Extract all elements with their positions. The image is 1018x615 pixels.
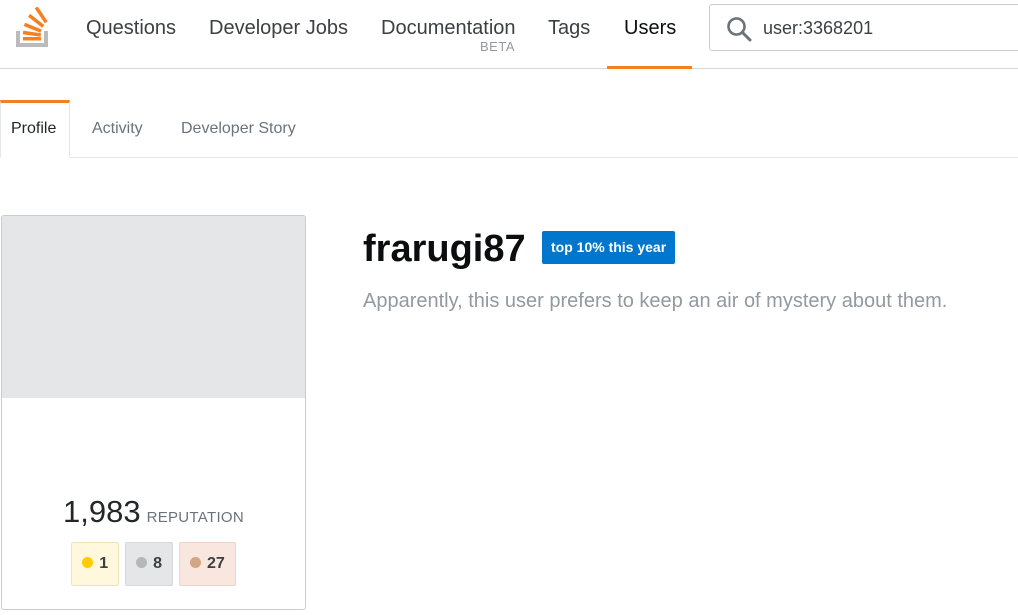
nav-questions-label: Questions <box>86 17 177 39</box>
nav-documentation-label: Documentation <box>381 17 516 39</box>
nav-developer-jobs-label: Developer Jobs <box>209 17 348 39</box>
bronze-badge-value: 27 <box>207 555 225 572</box>
nav-users[interactable]: Users <box>607 0 692 69</box>
tab-activity[interactable]: Activity <box>84 100 159 157</box>
profile-tabs: Profile Activity Developer Story <box>0 100 1018 158</box>
tab-profile[interactable]: Profile <box>0 100 70 158</box>
nav-documentation[interactable]: Documentation BETA <box>381 0 516 68</box>
reputation-label: REPUTATION <box>146 509 245 526</box>
tab-activity-label: Activity <box>92 120 143 137</box>
search-box[interactable] <box>709 4 1018 51</box>
badge-counts: 1 8 27 <box>2 542 305 586</box>
nav-questions[interactable]: Questions <box>86 0 181 68</box>
username: frarugi87 <box>363 228 526 270</box>
silver-badge-count[interactable]: 8 <box>125 542 173 586</box>
nav-developer-jobs[interactable]: Developer Jobs <box>209 0 349 68</box>
top-percent-badge[interactable]: top 10% this year <box>542 231 676 264</box>
top-bar: Questions Developer Jobs Documentation B… <box>0 0 1018 69</box>
nav-tags-label: Tags <box>548 17 591 39</box>
search-input[interactable] <box>763 15 1013 41</box>
silver-badge-icon <box>136 557 148 569</box>
beta-label: BETA <box>480 39 515 54</box>
gold-badge-value: 1 <box>99 555 109 572</box>
tab-developer-story-label: Developer Story <box>181 120 296 137</box>
gold-badge-icon <box>82 557 94 569</box>
reputation: 1,983 REPUTATION <box>2 494 305 530</box>
bronze-badge-icon <box>190 557 201 569</box>
reputation-value: 1,983 <box>62 494 141 529</box>
tab-developer-story[interactable]: Developer Story <box>172 100 312 157</box>
profile-card: 1,983 REPUTATION 1 8 27 <box>1 215 306 610</box>
user-bio: Apparently, this user prefers to keep an… <box>363 290 948 312</box>
bronze-badge-count[interactable]: 27 <box>179 542 236 586</box>
nav-users-label: Users <box>624 17 677 39</box>
silver-badge-value: 8 <box>153 555 162 572</box>
stack-overflow-logo-icon[interactable] <box>14 7 54 51</box>
nav-tags[interactable]: Tags <box>548 0 593 68</box>
avatar[interactable] <box>2 216 305 398</box>
search-icon <box>727 17 752 42</box>
tab-profile-label: Profile <box>11 120 57 137</box>
gold-badge-count[interactable]: 1 <box>71 542 120 586</box>
